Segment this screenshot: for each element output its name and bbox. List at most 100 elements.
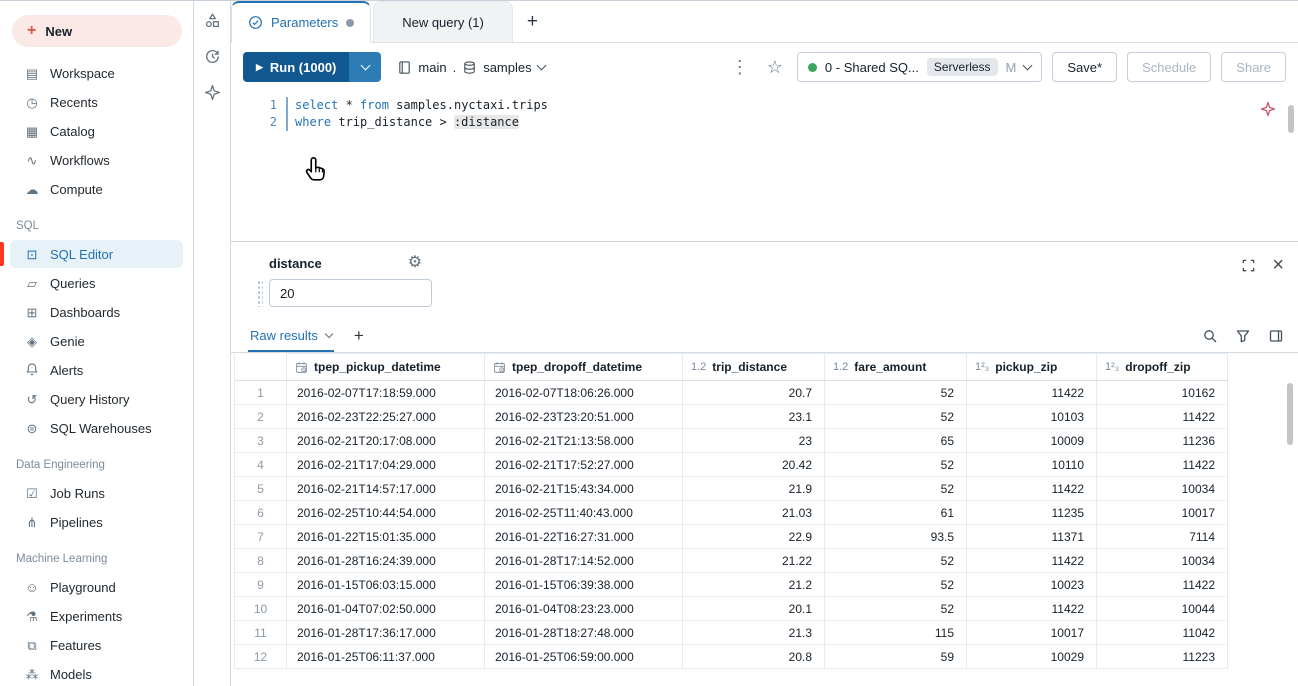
table-cell[interactable]: 20.42	[682, 452, 825, 477]
editor-scrollbar[interactable]	[1288, 105, 1294, 133]
table-cell[interactable]: 11422	[966, 380, 1097, 405]
parameter-input[interactable]	[269, 279, 432, 307]
table-row[interactable]: 4 2016-02-21T17:04:29.000 2016-02-21T17:52…	[234, 452, 1248, 477]
gear-icon[interactable]: ⚙	[408, 255, 422, 271]
table-cell[interactable]: 2016-01-15T06:39:38.000	[484, 572, 683, 597]
table-cell[interactable]: 2016-01-04T07:02:50.000	[286, 596, 485, 621]
table-cell[interactable]: 2016-02-21T20:17:08.000	[286, 428, 485, 453]
table-cell[interactable]: 20.1	[682, 596, 825, 621]
run-options-button[interactable]	[349, 52, 382, 82]
table-cell[interactable]: 52	[824, 596, 967, 621]
schedule-button[interactable]: Schedule	[1127, 52, 1212, 82]
table-cell[interactable]: 21.03	[682, 500, 825, 525]
add-visualization-button[interactable]: +	[354, 326, 364, 346]
table-row[interactable]: 7 2016-01-22T15:01:35.000 2016-01-22T16:27…	[234, 524, 1248, 549]
table-cell[interactable]: 10029	[966, 644, 1097, 669]
table-cell[interactable]: 2016-01-22T15:01:35.000	[286, 524, 485, 549]
table-cell[interactable]: 2016-01-28T16:24:39.000	[286, 548, 485, 573]
table-cell[interactable]: 11422	[1096, 404, 1228, 429]
table-cell[interactable]: 2016-02-07T17:18:59.000	[286, 380, 485, 405]
table-cell[interactable]: 2016-02-23T22:25:27.000	[286, 404, 485, 429]
table-cell[interactable]: 11422	[966, 548, 1097, 573]
catalog-schema-selector[interactable]: main . samples	[397, 60, 547, 75]
table-cell[interactable]: 10009	[966, 428, 1097, 453]
sidebar-item-workspace[interactable]: ▤ Workspace	[10, 59, 183, 87]
sidebar-item-pipelines[interactable]: ⋔ Pipelines	[10, 508, 183, 536]
table-cell[interactable]: 115	[824, 620, 967, 645]
table-cell[interactable]: 11422	[1096, 452, 1228, 477]
sidebar-item-models[interactable]: ⁂ Models	[10, 660, 183, 686]
sidebar-item-dashboards[interactable]: ⊞ Dashboards	[10, 298, 183, 326]
table-cell[interactable]: 2016-02-07T18:06:26.000	[484, 380, 683, 405]
table-cell[interactable]: 11371	[966, 524, 1097, 549]
close-icon[interactable]: ×	[1272, 255, 1284, 275]
sidebar-item-sql-warehouses[interactable]: ⊜ SQL Warehouses	[10, 414, 183, 442]
tab-new-query[interactable]: New query (1)	[373, 1, 513, 42]
table-cell[interactable]: 10044	[1096, 596, 1228, 621]
table-cell[interactable]: 2016-01-28T17:36:17.000	[286, 620, 485, 645]
table-cell[interactable]: 10162	[1096, 380, 1228, 405]
sidebar-item-features[interactable]: ⧉ Features	[10, 631, 183, 659]
sidebar-item-experiments[interactable]: ⚗ Experiments	[10, 602, 183, 630]
table-row[interactable]: 9 2016-01-15T06:03:15.000 2016-01-15T06:39…	[234, 572, 1248, 597]
sidebar-item-alerts[interactable]: Alerts	[10, 356, 183, 384]
filter-icon[interactable]	[1235, 328, 1251, 344]
table-cell[interactable]: 10110	[966, 452, 1097, 477]
add-tab-button[interactable]: +	[527, 11, 538, 33]
table-cell[interactable]: 93.5	[824, 524, 967, 549]
table-row[interactable]: 11 2016-01-28T17:36:17.000 2016-01-28T18:2…	[234, 620, 1248, 645]
table-cell[interactable]: 59	[824, 644, 967, 669]
schema-browser-icon[interactable]	[204, 12, 221, 29]
table-cell[interactable]: 21.22	[682, 548, 825, 573]
table-cell[interactable]: 2016-02-25T10:44:54.000	[286, 500, 485, 525]
table-cell[interactable]: 2016-01-25T06:11:37.000	[286, 644, 485, 669]
table-cell[interactable]: 11042	[1096, 620, 1228, 645]
search-icon[interactable]	[1202, 328, 1218, 344]
table-cell[interactable]: 2016-02-21T14:57:17.000	[286, 476, 485, 501]
table-cell[interactable]: 2016-02-23T23:20:51.000	[484, 404, 683, 429]
table-cell[interactable]: 22.9	[682, 524, 825, 549]
save-button[interactable]: Save*	[1052, 52, 1118, 82]
columns-panel-icon[interactable]	[1268, 328, 1284, 344]
drag-handle[interactable]	[257, 279, 263, 307]
table-cell[interactable]: 2016-01-15T06:03:15.000	[286, 572, 485, 597]
table-cell[interactable]: 21.2	[682, 572, 825, 597]
table-cell[interactable]: 20.7	[682, 380, 825, 405]
table-cell[interactable]: 2016-01-04T08:23:23.000	[484, 596, 683, 621]
kebab-menu-icon[interactable]: ⋮	[727, 56, 753, 78]
table-cell[interactable]: 21.9	[682, 476, 825, 501]
table-row[interactable]: 1 2016-02-07T17:18:59.000 2016-02-07T18:06…	[234, 380, 1248, 405]
table-cell[interactable]: 10023	[966, 572, 1097, 597]
sidebar-item-genie[interactable]: ◈ Genie	[10, 327, 183, 355]
table-cell[interactable]: 2016-02-21T17:52:27.000	[484, 452, 683, 477]
table-cell[interactable]: 52	[824, 476, 967, 501]
table-row[interactable]: 5 2016-02-21T14:57:17.000 2016-02-21T15:43…	[234, 476, 1248, 501]
table-cell[interactable]: 10103	[966, 404, 1097, 429]
table-cell[interactable]: 2016-02-21T17:04:29.000	[286, 452, 485, 477]
tab-parameters[interactable]: Parameters	[231, 1, 372, 43]
table-cell[interactable]: 10034	[1096, 476, 1228, 501]
table-cell[interactable]: 52	[824, 380, 967, 405]
table-cell[interactable]: 11422	[966, 596, 1097, 621]
table-cell[interactable]: 2016-01-28T18:27:48.000	[484, 620, 683, 645]
share-button[interactable]: Share	[1221, 52, 1286, 82]
table-row[interactable]: 12 2016-01-25T06:11:37.000 2016-01-25T06:5…	[234, 644, 1248, 669]
expand-icon[interactable]	[1241, 258, 1256, 273]
table-cell[interactable]: 11422	[1096, 572, 1228, 597]
column-header-fare-amount[interactable]: 1.2 fare_amount	[824, 353, 967, 381]
table-cell[interactable]: 20.8	[682, 644, 825, 669]
assistant-sparkle-icon[interactable]	[204, 84, 221, 101]
table-cell[interactable]: 23	[682, 428, 825, 453]
table-cell[interactable]: 52	[824, 548, 967, 573]
tab-raw-results[interactable]: Raw results	[248, 320, 334, 352]
column-header-tpep-pickup-datetime[interactable]: tpep_pickup_datetime	[286, 353, 485, 381]
table-cell[interactable]: 2016-01-25T06:59:00.000	[484, 644, 683, 669]
sidebar-item-playground[interactable]: ☺ Playground	[10, 573, 183, 601]
table-row[interactable]: 8 2016-01-28T16:24:39.000 2016-01-28T17:14…	[234, 548, 1248, 573]
table-cell[interactable]: 2016-02-21T15:43:34.000	[484, 476, 683, 501]
run-button[interactable]: ▶ Run (1000)	[243, 52, 350, 82]
sidebar-item-query-history[interactable]: ↺ Query History	[10, 385, 183, 413]
sidebar-item-compute[interactable]: ☁ Compute	[10, 175, 183, 203]
table-cell[interactable]: 21.3	[682, 620, 825, 645]
results-scrollbar[interactable]	[1287, 383, 1293, 445]
